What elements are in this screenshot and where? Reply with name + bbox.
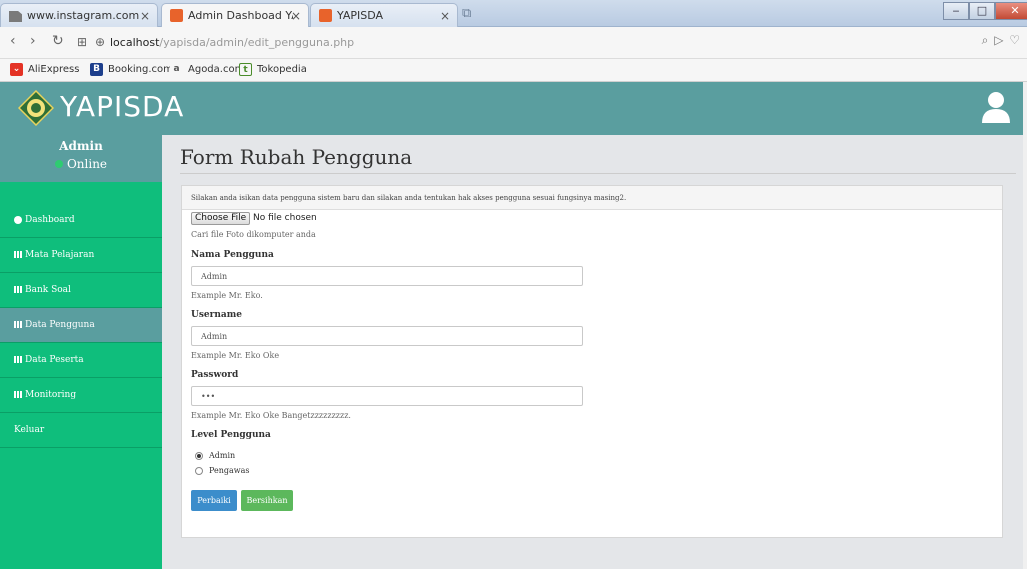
username-help: Example Mr. Eko Oke [191,351,280,360]
sidebar-item-data-peserta[interactable]: Data Peserta [0,343,162,378]
radio-unselected-icon[interactable] [195,466,203,475]
bookmark-label: AliExpress [28,64,80,75]
reload-icon[interactable]: ↻ [52,33,64,49]
globe-icon: ⊕ [95,35,106,49]
sidebar-item-label: Dashboard [25,215,75,225]
table-icon [14,321,22,328]
tab-admin-dashboard[interactable]: Admin Dashboad YAPISDA × [161,3,309,27]
bookmarks-bar: ⌄ AliExpress B Booking.com a Agoda.com t… [0,59,1027,82]
bookmark-label: Tokopedia [257,64,307,75]
sidebar-item-data-pengguna[interactable]: Data Pengguna [0,308,162,343]
close-icon[interactable]: × [440,9,450,23]
level-option-pengawas[interactable]: Pengawas [195,466,250,475]
title-divider [180,173,1016,174]
level-option-admin[interactable]: Admin [195,451,235,460]
minimize-icon[interactable]: ‒ [943,2,969,20]
sidebar-item-label: Bank Soal [25,285,71,295]
tab-instagram[interactable]: www.instagram.com × [0,3,158,27]
tab-label: YAPISDA [337,9,384,22]
back-icon[interactable]: ‹ [10,33,16,49]
browser-tab-bar: www.instagram.com × Admin Dashboad YAPIS… [0,0,1027,27]
aliexpress-icon: ⌄ [10,63,23,76]
url-host: localhost [110,36,160,49]
sidebar: Admin Online Dashboard Mata Pelajaran Ba… [0,135,162,569]
apps-grid-icon[interactable]: ⊞ [77,35,87,49]
tab-label: Admin Dashboad YAPISDA [188,9,293,22]
bookmark-agoda[interactable]: a Agoda.com [170,63,244,76]
url-input[interactable]: localhost/yapisda/admin/edit_pengguna.ph… [110,32,960,53]
window-controls: ‒ □ ✕ [943,2,1027,20]
url-path: /yapisda/admin/edit_pengguna.php [159,36,355,49]
site-favicon-icon [319,9,332,22]
online-status-icon [54,160,63,168]
maximize-icon[interactable]: □ [969,2,995,20]
bookmark-label: Agoda.com [188,64,245,75]
main-content: Form Rubah Pengguna Silakan anda isikan … [162,135,1027,569]
yapisda-logo-icon [18,90,54,126]
bookmark-label: Booking.com [108,64,173,75]
user-icon[interactable] [981,91,1011,123]
address-bar: ‹ › ↻ ⊞ ⊕ localhost/yapisda/admin/edit_p… [0,27,1027,59]
sidebar-item-label: Keluar [14,425,45,435]
tab-label: www.instagram.com [27,9,140,22]
close-icon[interactable]: × [140,9,150,23]
password-help: Example Mr. Eko Oke Bangetzzzzzzzzz. [191,411,351,420]
user-status: Online [0,157,162,171]
sidebar-item-mata-pelajaran[interactable]: Mata Pelajaran [0,238,162,273]
username-input[interactable] [191,326,583,346]
table-icon [14,286,22,293]
forward-icon[interactable]: › [30,33,36,49]
sidebar-item-label: Data Pengguna [25,320,95,330]
sidebar-item-bank-soal[interactable]: Bank Soal [0,273,162,308]
bookmark-tokopedia[interactable]: t Tokopedia [239,63,307,76]
choose-file-button[interactable]: Choose File [191,212,251,225]
page-scrollbar[interactable] [1023,82,1027,569]
app-header: YAPISDA [0,82,1027,135]
foto-file-input[interactable]: Choose File No file chosen [182,208,582,228]
perbaiki-button[interactable]: Perbaiki [191,490,237,511]
radio-label: Pengawas [209,466,250,475]
nama-help: Example Mr. Eko. [191,291,263,300]
sidebar-item-label: Mata Pelajaran [25,250,95,260]
sidebar-item-label: Data Peserta [25,355,84,365]
bersihkan-button[interactable]: Bersihkan [241,490,293,511]
table-icon [14,251,22,258]
new-tab-icon[interactable]: ⧉ [462,6,471,21]
edit-user-form: Silakan anda isikan data pengguna sistem… [181,185,1003,538]
user-name: Admin [59,139,103,153]
password-input[interactable] [191,386,583,406]
close-icon[interactable]: × [291,9,301,23]
address-actions-icon[interactable]: ⌕ ▷ ♡ [982,33,1021,48]
site-favicon-icon [170,9,183,22]
sidebar-item-label: Monitoring [25,390,77,400]
level-label: Level Pengguna [191,430,271,440]
sidebar-item-monitoring[interactable]: Monitoring [0,378,162,413]
tokopedia-icon: t [239,63,252,76]
brand-title[interactable]: YAPISDA [60,90,184,123]
table-icon [14,391,22,398]
window-close-icon[interactable]: ✕ [995,2,1027,20]
radio-label: Admin [209,451,236,460]
user-profile: Admin Online [0,135,162,182]
form-intro: Silakan anda isikan data pengguna sistem… [182,186,1002,210]
bookmark-booking[interactable]: B Booking.com [90,63,173,76]
tab-yapisda[interactable]: YAPISDA × [310,3,458,27]
file-status: No file chosen [253,213,317,223]
username-label: Username [191,310,243,320]
sidebar-item-keluar[interactable]: Keluar [0,413,162,448]
radio-selected-icon[interactable] [195,451,203,460]
booking-icon: B [90,63,103,76]
nama-label: Nama Pengguna [191,250,274,260]
page-icon [9,10,22,22]
sidebar-item-dashboard[interactable]: Dashboard [0,203,162,238]
page-title: Form Rubah Pengguna [180,145,413,169]
nama-pengguna-input[interactable] [191,266,583,286]
agoda-icon: a [170,63,183,76]
foto-help: Cari file Foto dikomputer anda [191,230,316,239]
dashboard-icon [14,215,22,224]
bookmark-aliexpress[interactable]: ⌄ AliExpress [10,63,79,76]
table-icon [14,356,22,363]
password-label: Password [191,370,239,380]
status-text: Online [66,157,108,171]
